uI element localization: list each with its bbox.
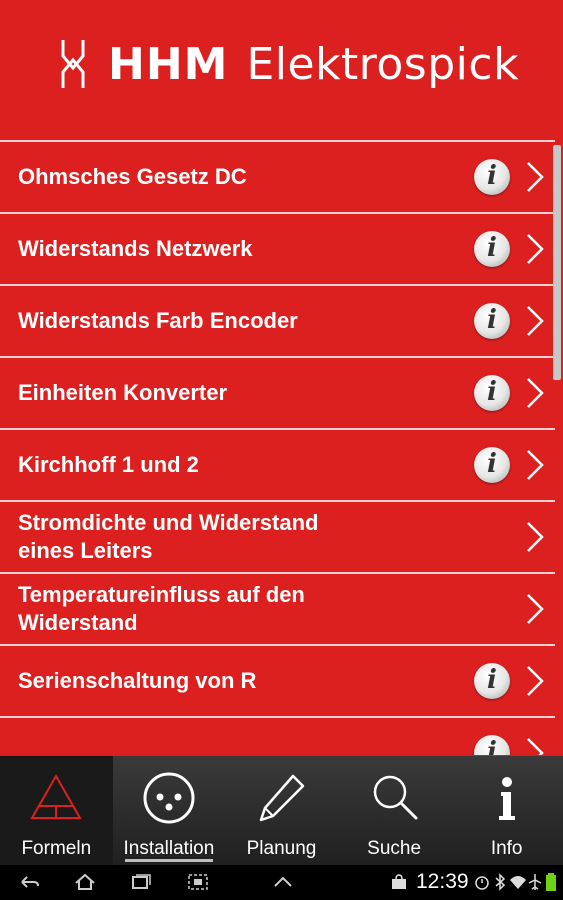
app-screen: HHM Elektrospick Ohmsches Gesetz DC i Wide… — [0, 0, 563, 900]
list-item[interactable]: Widerstands Netzwerk i — [0, 212, 555, 284]
formula-list[interactable]: Ohmsches Gesetz DC i Widerstands Netzwerk i… — [0, 140, 563, 755]
chevron-right-icon — [527, 306, 544, 336]
info-button-icon[interactable]: i — [474, 663, 510, 699]
app-logo: HHM Elektrospick — [58, 38, 519, 90]
info-button-icon[interactable]: i — [474, 447, 510, 483]
info-button-icon[interactable]: i — [474, 375, 510, 411]
tab-label: Suche — [367, 838, 422, 859]
system-navigation-bar: 12:39 — [0, 865, 563, 900]
brand-text: HHM — [108, 38, 229, 90]
bottom-tab-bar: Formeln Installation Planung Suche Info — [0, 755, 563, 866]
tab-label: Formeln — [21, 838, 92, 859]
app-title: Elektrospick — [246, 38, 520, 90]
info-glyph: i — [487, 377, 497, 407]
tab-focus-underline — [124, 859, 214, 862]
info-glyph: i — [487, 665, 497, 695]
chevron-right-icon — [527, 234, 544, 264]
tab-info[interactable]: Info — [450, 756, 563, 866]
chevron-up-icon[interactable] — [272, 873, 294, 891]
airplane-mode-icon — [528, 874, 542, 890]
screenshot-icon[interactable] — [187, 873, 209, 891]
battery-icon — [546, 873, 556, 891]
info-glyph: i — [487, 233, 497, 263]
tab-label: Planung — [246, 838, 317, 859]
list-item-label: Widerstands Netzwerk — [18, 236, 253, 261]
info-icon — [498, 777, 515, 820]
tab-label: Installation — [123, 838, 215, 859]
tab-installation[interactable]: Installation — [113, 756, 226, 866]
list-item[interactable]: Widerstands Farb Encoder i — [0, 284, 555, 356]
shopping-bag-icon — [392, 874, 406, 889]
wifi-icon — [510, 876, 526, 889]
list-item-label: Stromdichte und Widerstand eines Leiters — [18, 510, 319, 563]
info-button-icon[interactable]: i — [474, 159, 510, 195]
info-glyph: i — [487, 305, 497, 335]
list-item-label: Widerstands Farb Encoder — [18, 308, 298, 333]
home-icon[interactable] — [74, 873, 96, 891]
recent-apps-icon[interactable] — [130, 873, 152, 891]
list-item-label: Kirchhoff 1 und 2 — [18, 452, 199, 477]
socket-icon — [143, 772, 195, 824]
list-scrollbar[interactable] — [553, 145, 561, 380]
chevron-right-icon — [527, 450, 544, 480]
tab-label: Info — [490, 838, 523, 859]
app-header: HHM Elektrospick — [0, 0, 563, 140]
chevron-right-icon — [527, 666, 544, 696]
tab-suche[interactable]: Suche — [338, 756, 451, 866]
chevron-right-icon — [527, 378, 544, 408]
tab-formeln[interactable]: Formeln — [0, 756, 113, 866]
hhm-logo-mark-icon — [61, 40, 85, 88]
chevron-right-icon — [527, 522, 544, 552]
search-icon — [373, 775, 418, 820]
triangle-formula-icon — [30, 773, 83, 819]
chevron-right-icon — [527, 738, 544, 755]
list-item-label: Einheiten Konverter — [18, 380, 228, 405]
status-clock: 12:39 — [416, 870, 469, 893]
info-button-icon[interactable]: i — [474, 231, 510, 267]
list-item[interactable]: Temperatureinfluss auf den Widerstand — [0, 572, 555, 644]
chevron-right-icon — [527, 594, 544, 624]
chevron-right-icon — [527, 162, 544, 192]
list-item[interactable]: Ohmsches Gesetz DC i — [0, 140, 555, 212]
info-button-icon[interactable]: i — [474, 303, 510, 339]
back-icon[interactable] — [18, 873, 40, 891]
info-glyph: i — [487, 737, 497, 755]
list-item[interactable]: Serienschaltung von R i — [0, 644, 555, 716]
list-item[interactable]: Einheiten Konverter i — [0, 356, 555, 428]
tab-planung[interactable]: Planung — [225, 756, 338, 866]
pencil-icon — [260, 774, 305, 822]
info-button-icon[interactable]: i — [474, 735, 510, 755]
list-item-label: Temperatureinfluss auf den Widerstand — [18, 582, 305, 635]
bluetooth-icon — [495, 873, 506, 891]
list-item[interactable]: i — [0, 716, 555, 755]
info-glyph: i — [487, 161, 497, 191]
list-item-label: Serienschaltung von R — [18, 668, 257, 693]
info-glyph: i — [487, 449, 497, 479]
list-item-label: Ohmsches Gesetz DC — [18, 164, 247, 189]
alarm-icon — [475, 876, 489, 890]
list-item[interactable]: Stromdichte und Widerstand eines Leiters — [0, 500, 555, 572]
list-item[interactable]: Kirchhoff 1 und 2 i — [0, 428, 555, 500]
